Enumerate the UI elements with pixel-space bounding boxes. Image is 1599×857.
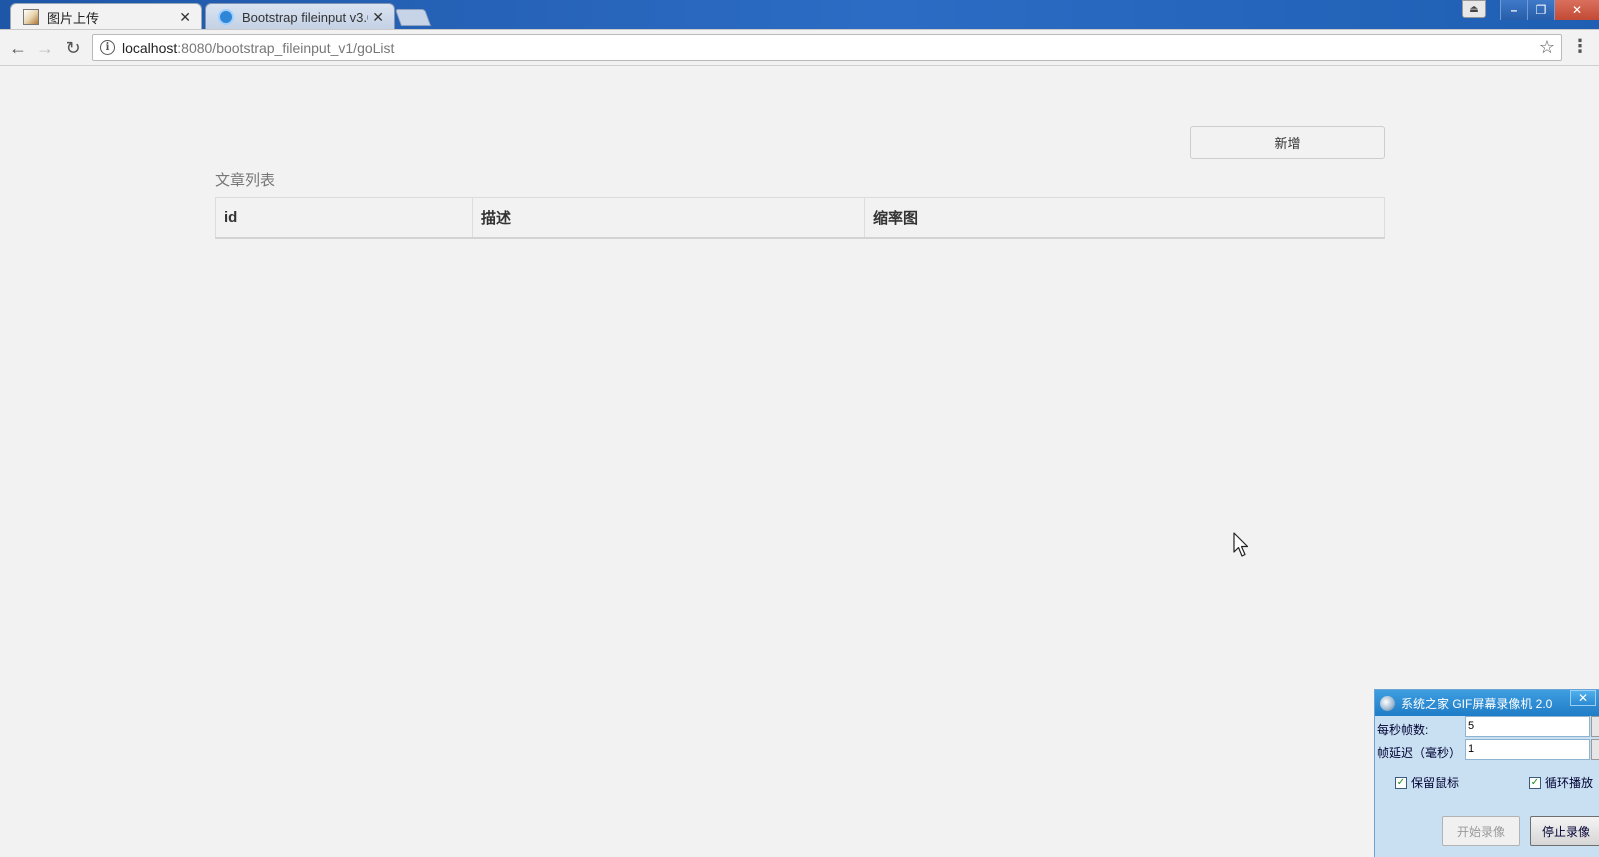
- image-favicon-icon: [23, 9, 39, 25]
- restore-icon[interactable]: ❐: [1527, 0, 1554, 20]
- forward-arrow-icon[interactable]: →: [33, 36, 57, 60]
- start-recording-button[interactable]: 开始录像: [1442, 816, 1520, 846]
- recorder-titlebar: 系统之家 GIF屏幕录像机 2.0 ✕: [1375, 690, 1599, 716]
- window-close-icon[interactable]: ✕: [1554, 0, 1599, 20]
- add-button[interactable]: 新增: [1190, 126, 1385, 159]
- fps-label: 每秒帧数:: [1377, 723, 1429, 737]
- page-content: 新增 文章列表 id 描述 缩率图: [0, 67, 1599, 857]
- checkbox-check-icon: ✓: [1395, 776, 1407, 789]
- delay-spinner[interactable]: [1591, 739, 1599, 760]
- bookmark-star-icon[interactable]: ☆: [1539, 37, 1555, 58]
- keep-cursor-label: 保留鼠标: [1411, 776, 1460, 790]
- table-header-row: id 描述 缩率图: [215, 197, 1385, 239]
- tab-image-upload[interactable]: 图片上传 ✕: [10, 3, 202, 30]
- article-table: id 描述 缩率图: [215, 197, 1385, 239]
- tab-title: 图片上传: [47, 10, 100, 26]
- mouse-cursor-icon: [1233, 532, 1249, 557]
- url-host: localhost: [122, 39, 178, 56]
- fps-spinner[interactable]: [1591, 716, 1599, 737]
- back-arrow-icon[interactable]: ←: [6, 36, 30, 60]
- tab-close-icon[interactable]: ✕: [372, 9, 384, 26]
- recorder-close-icon[interactable]: ✕: [1570, 690, 1596, 706]
- browser-titlebar: 图片上传 ✕ Bootstrap fileinput v3.0 ✕ ⏏ – ❐ …: [0, 0, 1599, 30]
- site-info-icon[interactable]: i: [100, 40, 115, 55]
- new-tab-button[interactable]: [394, 9, 432, 26]
- fps-input[interactable]: 5: [1465, 716, 1590, 737]
- column-header-description[interactable]: 描述: [472, 197, 865, 239]
- tab-title: Bootstrap fileinput v3.0: [242, 9, 369, 25]
- tab-close-icon[interactable]: ✕: [179, 9, 191, 26]
- tab-bootstrap-fileinput[interactable]: Bootstrap fileinput v3.0 ✕: [205, 3, 395, 30]
- keep-cursor-checkbox[interactable]: ✓ 保留鼠标: [1395, 774, 1459, 791]
- delay-label: 帧延迟（毫秒）: [1377, 746, 1462, 760]
- loop-checkbox[interactable]: ✓ 循环播放: [1529, 774, 1593, 791]
- bootstrap-favicon-icon: [218, 9, 234, 25]
- checkbox-check-icon: ✓: [1529, 776, 1541, 789]
- browser-toolbar: ← → ↻ i localhost:8080/bootstrap_fileinp…: [0, 30, 1599, 66]
- column-header-id[interactable]: id: [215, 197, 473, 239]
- loop-label: 循环播放: [1545, 776, 1594, 790]
- table-caption: 文章列表: [215, 172, 276, 189]
- recorder-title: 系统之家 GIF屏幕录像机 2.0: [1401, 696, 1553, 711]
- browser-menu-icon[interactable]: ⋮: [1570, 36, 1590, 60]
- address-bar[interactable]: i localhost:8080/bootstrap_fileinput_v1/…: [92, 34, 1562, 61]
- url-path: :8080/bootstrap_fileinput_v1/goList: [177, 39, 395, 56]
- window-controls: – ❐ ✕: [1500, 0, 1599, 20]
- recorder-logo-icon: [1380, 695, 1395, 711]
- delay-input[interactable]: 1: [1465, 739, 1590, 760]
- reload-icon[interactable]: ↻: [61, 36, 85, 60]
- user-profile-icon[interactable]: ⏏: [1462, 0, 1486, 18]
- gif-recorder-window: 系统之家 GIF屏幕录像机 2.0 ✕ 每秒帧数: 5 帧延迟（毫秒） 1 ✓ …: [1374, 689, 1599, 857]
- minimize-icon[interactable]: –: [1500, 0, 1527, 20]
- stop-recording-button[interactable]: 停止录像: [1530, 816, 1599, 846]
- column-header-thumbnail[interactable]: 缩率图: [864, 197, 1385, 239]
